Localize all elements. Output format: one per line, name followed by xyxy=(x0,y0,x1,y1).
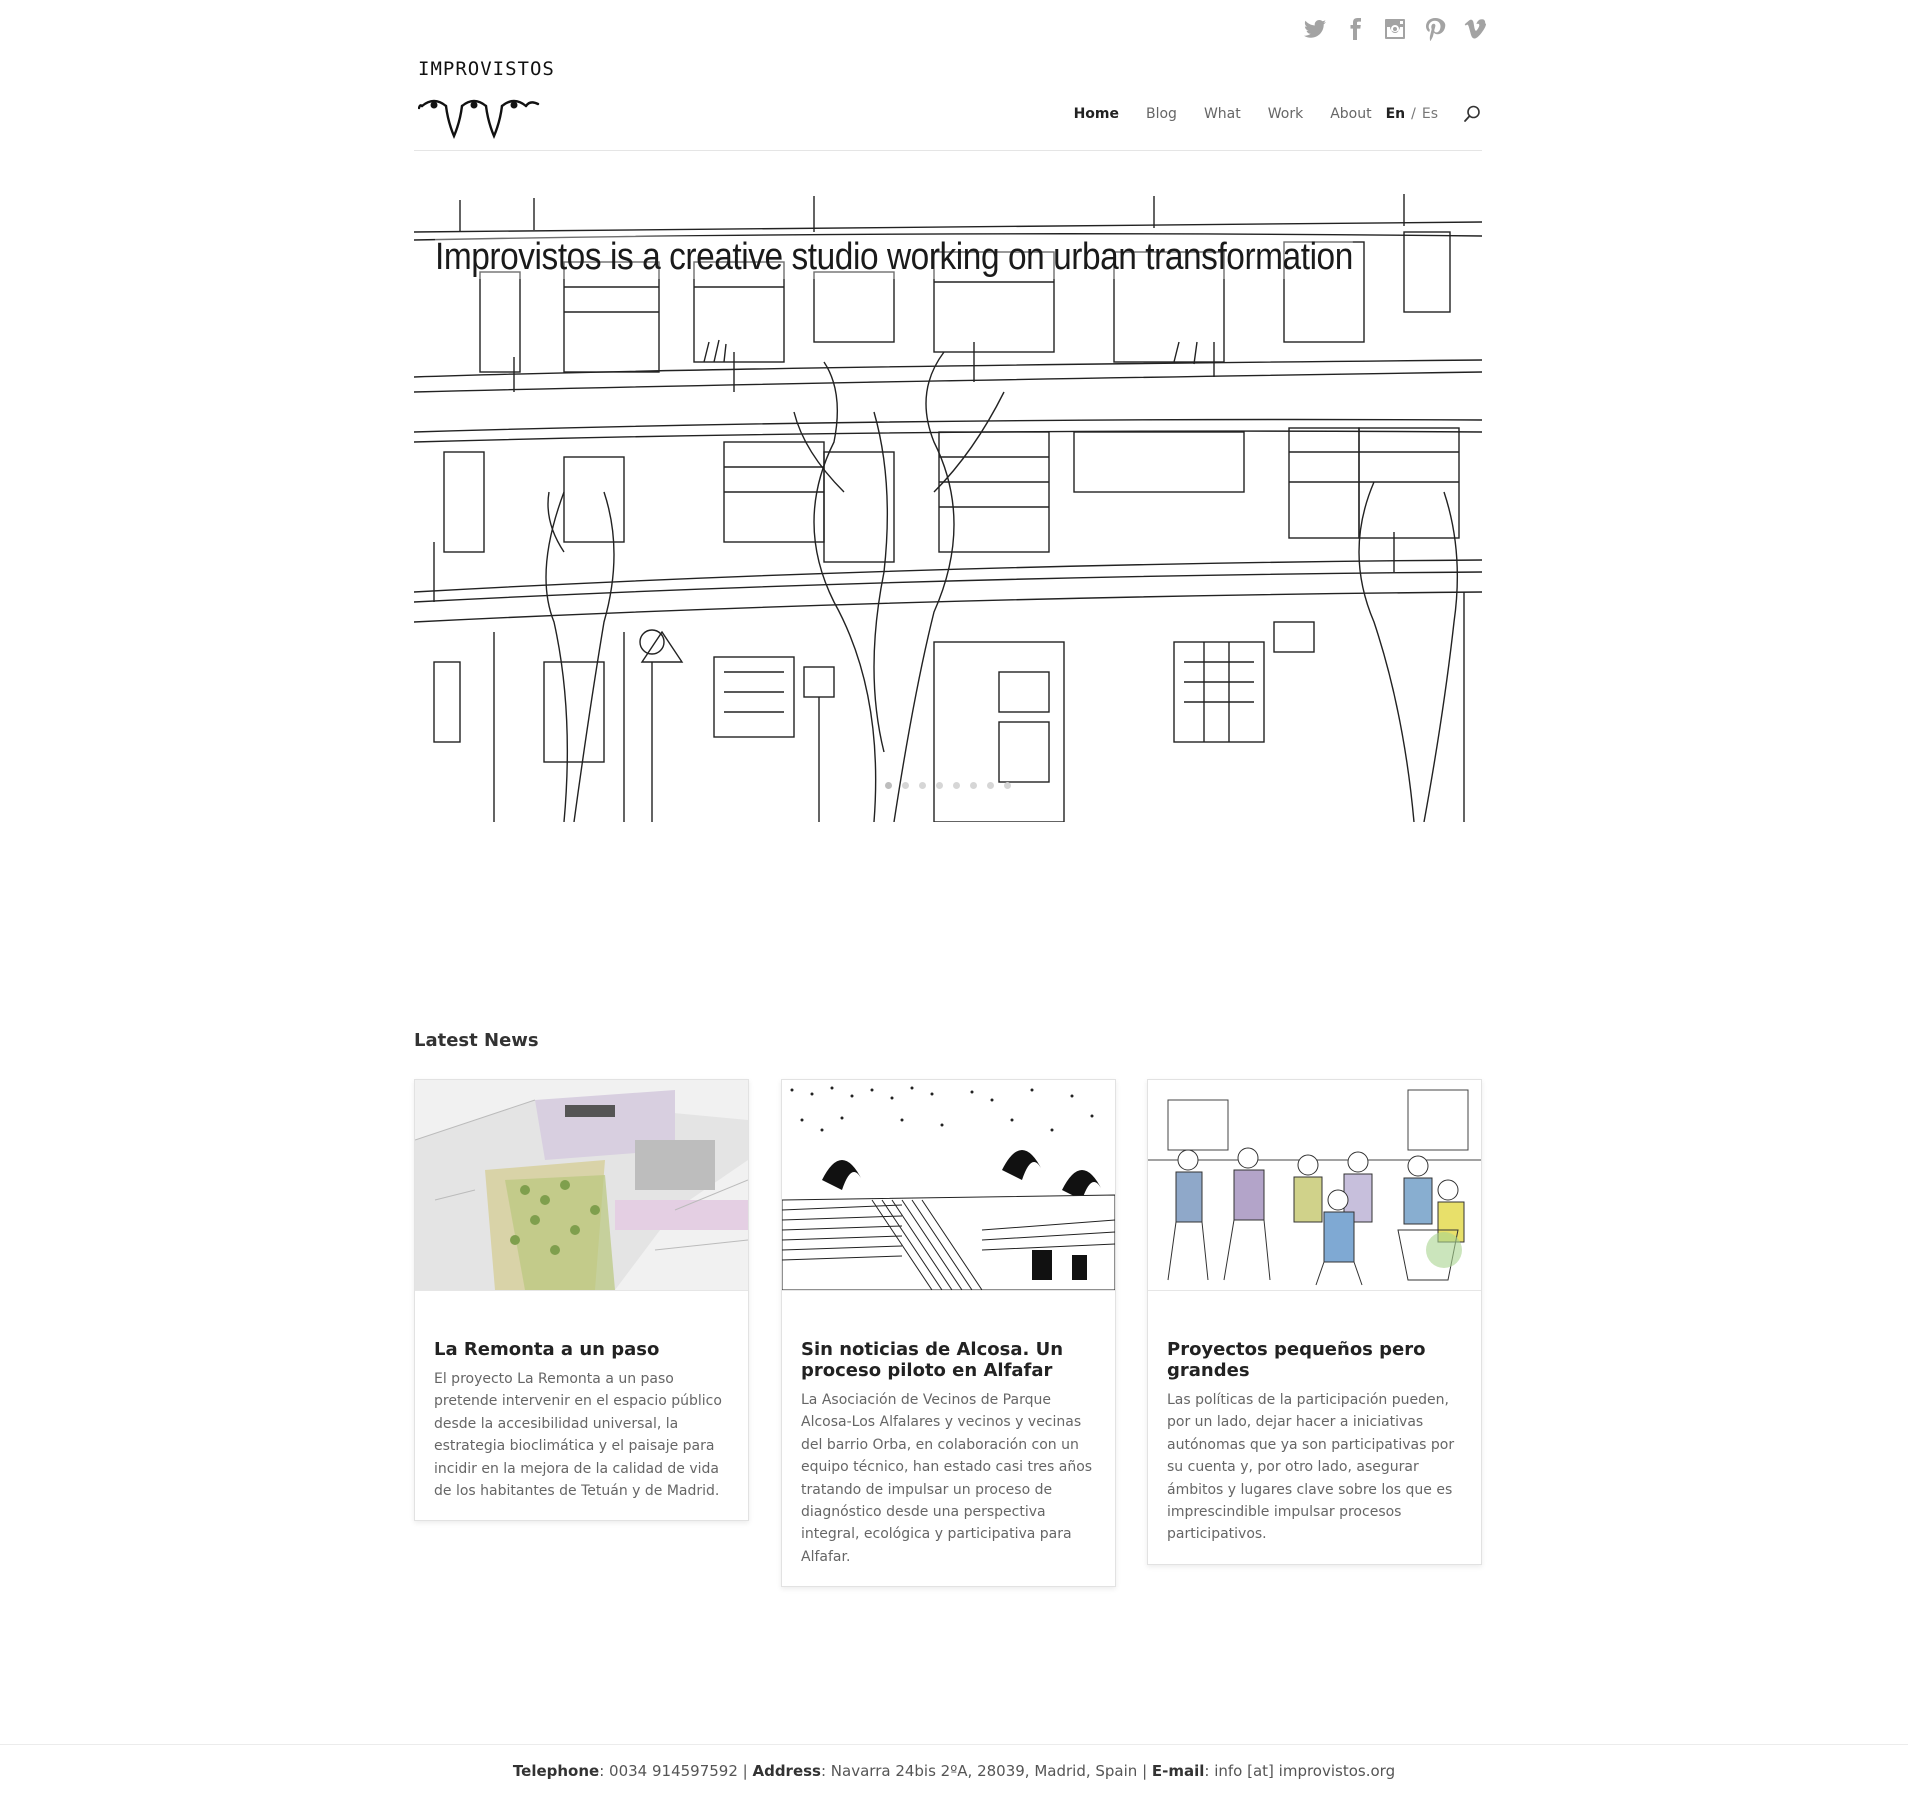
news-thumbnail[interactable] xyxy=(415,1080,748,1291)
nav-item-work[interactable]: Work xyxy=(1268,106,1303,122)
nav-item-what[interactable]: What xyxy=(1204,106,1241,122)
language-switcher: En / Es xyxy=(1386,106,1438,122)
logo[interactable]: IMPROVISTOS xyxy=(418,56,554,140)
vimeo-icon[interactable] xyxy=(1462,14,1488,44)
hero-title: Improvistos is a creative studio working… xyxy=(435,236,1353,279)
news-card[interactable]: La Remonta a un paso El proyecto La Remo… xyxy=(414,1079,749,1522)
twitter-icon[interactable] xyxy=(1302,14,1328,44)
search-icon[interactable] xyxy=(1462,104,1482,124)
slider-dot[interactable] xyxy=(970,782,977,789)
slider-pagination xyxy=(414,782,1482,789)
slider-dot[interactable] xyxy=(885,782,892,789)
slider-dot[interactable] xyxy=(1004,782,1011,789)
nav-item-blog[interactable]: Blog xyxy=(1146,106,1177,122)
logo-eyes-icon xyxy=(418,99,540,140)
pinterest-icon[interactable] xyxy=(1422,14,1448,44)
footer-telephone: : 0034 914597592 | xyxy=(599,1762,753,1780)
facebook-icon[interactable] xyxy=(1342,14,1368,44)
lang-separator: / xyxy=(1411,106,1416,122)
news-title[interactable]: Proyectos pequeños pero grandes xyxy=(1167,1339,1462,1381)
lang-en-link[interactable]: En xyxy=(1386,106,1406,122)
instagram-icon[interactable] xyxy=(1382,14,1408,44)
news-card[interactable]: Proyectos pequeños pero grandes Las polí… xyxy=(1147,1079,1482,1565)
news-card[interactable]: Sin noticias de Alcosa. Un proceso pilot… xyxy=(781,1079,1116,1588)
footer-address-label: Address xyxy=(752,1762,821,1780)
slider-dot[interactable] xyxy=(936,782,943,789)
news-title[interactable]: Sin noticias de Alcosa. Un proceso pilot… xyxy=(801,1339,1096,1381)
footer-email-label: E-mail xyxy=(1151,1762,1205,1780)
slider-dot[interactable] xyxy=(902,782,909,789)
footer: Telephone: 0034 914597592 | Address: Nav… xyxy=(0,1762,1908,1780)
news-excerpt: Las políticas de la participación pueden… xyxy=(1167,1392,1455,1543)
slider-dot[interactable] xyxy=(987,782,994,789)
footer-telephone-label: Telephone xyxy=(512,1762,600,1780)
news-thumbnail[interactable] xyxy=(782,1080,1115,1291)
latest-news-heading: Latest News xyxy=(414,1030,539,1051)
slider-dot[interactable] xyxy=(919,782,926,789)
footer-email[interactable]: : info [at] improvistos.org xyxy=(1204,1762,1395,1780)
lang-es-link[interactable]: Es xyxy=(1422,106,1438,122)
news-excerpt: La Asociación de Vecinos de Parque Alcos… xyxy=(801,1392,1093,1565)
hero-slider[interactable]: Improvistos is a creative studio working… xyxy=(414,192,1482,822)
slider-dot[interactable] xyxy=(953,782,960,789)
site-header: IMPROVISTOS Home Blog What Work About En… xyxy=(414,56,1482,151)
social-links xyxy=(1302,14,1488,44)
street-sketch-illustration xyxy=(414,194,1482,822)
nav-item-home[interactable]: Home xyxy=(1074,106,1119,122)
nav-item-about[interactable]: About xyxy=(1330,106,1371,122)
main-nav: Home Blog What Work About En / Es xyxy=(1074,104,1482,124)
footer-address: : Navarra 24bis 2ºA, 28039, Madrid, Spai… xyxy=(820,1762,1152,1780)
news-excerpt: El proyecto La Remonta a un paso pretend… xyxy=(434,1371,722,1500)
news-thumbnail[interactable] xyxy=(1148,1080,1481,1291)
logo-text: IMPROVISTOS xyxy=(418,58,555,80)
news-title[interactable]: La Remonta a un paso xyxy=(434,1339,729,1360)
footer-divider xyxy=(0,1744,1908,1745)
